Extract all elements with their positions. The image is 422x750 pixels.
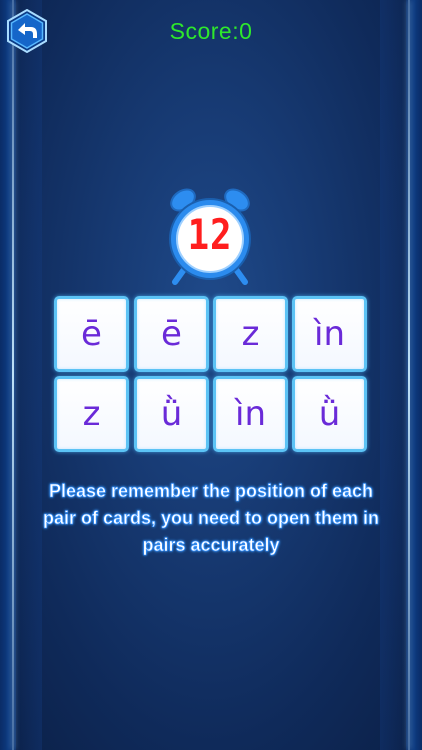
card[interactable]: ǜ (134, 376, 209, 452)
timer-value: 12 (187, 210, 233, 259)
card[interactable]: ē (134, 296, 209, 372)
card-text: ìn (235, 394, 266, 434)
right-rail-glow (380, 0, 408, 750)
left-rail-glow (14, 0, 42, 750)
card[interactable]: ē (54, 296, 129, 372)
card-text: z (82, 394, 101, 434)
score-label: Score:0 (169, 18, 253, 44)
card[interactable]: z (213, 296, 288, 372)
card-text: z (241, 314, 260, 354)
game-screen: Score:0 12 ē ē z ìn z ǜ ìn ǜ Please reme… (0, 0, 422, 750)
right-rail-light (408, 0, 410, 750)
card-text: ē (81, 314, 102, 354)
card[interactable]: z (54, 376, 129, 452)
card[interactable]: ìn (292, 296, 367, 372)
card-text: ē (161, 314, 182, 354)
card[interactable]: ìn (213, 376, 288, 452)
instructions-text: Please remember the position of each pai… (42, 481, 380, 556)
left-rail-light (12, 0, 14, 750)
card-text: ǜ (318, 394, 341, 434)
alarm-clock-icon: 12 (163, 186, 257, 286)
card-grid: ē ē z ìn z ǜ ìn ǜ (54, 296, 368, 454)
card-text: ǜ (160, 394, 183, 434)
card[interactable]: ǜ (292, 376, 367, 452)
card-text: ìn (314, 314, 345, 354)
